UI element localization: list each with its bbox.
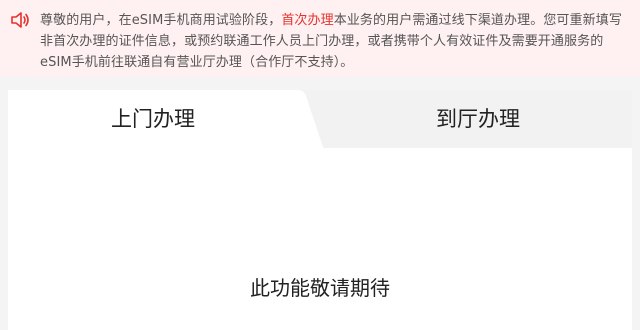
- speaker-icon: [11, 12, 29, 28]
- tab-home-service[interactable]: 上门办理: [58, 90, 248, 148]
- coming-soon-message: 此功能敬请期待: [250, 276, 390, 300]
- tab-store-service[interactable]: 到厅办理: [378, 90, 578, 148]
- service-card: 上门办理 到厅办理 此功能敬请期待: [8, 90, 632, 330]
- notice-text: 尊敬的用户，在eSIM手机商用试验阶段，首次办理本业务的用户需通过线下渠道办理。…: [40, 10, 628, 73]
- notice-text-before: 尊敬的用户，在eSIM手机商用试验阶段，: [40, 13, 282, 28]
- notice-banner: 尊敬的用户，在eSIM手机商用试验阶段，首次办理本业务的用户需通过线下渠道办理。…: [0, 0, 640, 77]
- tab-bar: 上门办理 到厅办理: [8, 90, 632, 150]
- notice-highlight: 首次办理: [281, 13, 334, 28]
